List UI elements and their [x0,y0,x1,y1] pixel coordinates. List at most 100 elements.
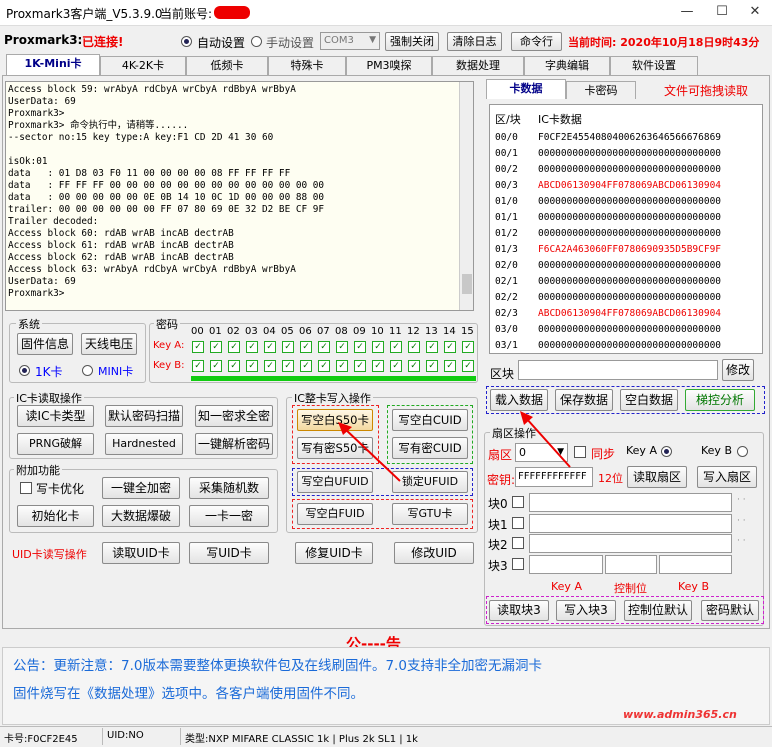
block-checkbox[interactable] [512,557,524,570]
write-gtu-button[interactable]: 写GTU卡 [392,503,468,525]
key-a-checkbox[interactable]: ✓ [426,341,438,353]
table-row[interactable]: 02/1 00000000000000000000000000000000 [490,274,758,290]
table-row[interactable]: 00/0 F0CF2E45540804006263646566676869 [490,130,758,146]
key-b-checkbox[interactable]: ✓ [228,360,240,372]
block-checkbox[interactable] [512,537,524,549]
read-block3-button[interactable]: 读取块3 [489,600,549,621]
table-row[interactable]: 01/3 F6CA2A463060FF0780690935D5B9CF9F [490,242,758,258]
tab-4k-2k[interactable]: 4K-2K卡 [100,56,186,75]
table-row[interactable]: 00/1 00000000000000000000000000000000 [490,146,758,162]
table-row[interactable]: 03/1 00000000000000000000000000000000 [490,338,758,353]
key-b-checkbox[interactable]: ✓ [408,360,420,372]
scrollbar-thumb[interactable] [462,274,472,294]
key-b-checkbox[interactable]: ✓ [192,360,204,372]
card-data-table[interactable]: 区/块 IC卡数据 00/0 F0CF2E45540804006263646566… [489,104,763,354]
key-a-checkbox[interactable]: ✓ [444,341,456,353]
tab-sniff[interactable]: PM3嗅探 [346,56,432,75]
write-blank-fuid-button[interactable]: 写空白FUID [297,503,373,525]
key-b-checkbox[interactable]: ✓ [336,360,348,372]
key-a-checkbox[interactable]: ✓ [354,341,366,353]
write-sector-button[interactable]: 写入扇区 [697,466,757,488]
key-a-checkbox[interactable]: ✓ [228,341,240,353]
clear-log-button[interactable]: 清除日志 [447,32,502,51]
block-checkbox[interactable] [512,496,524,508]
key-a-checkbox[interactable]: ✓ [408,341,420,353]
write-block3-button[interactable]: 写入块3 [556,600,616,621]
manual-setting-radio[interactable] [251,36,262,47]
console-log[interactable]: Access block 59: wrAbyA rdCbyA wrCbyA rd… [5,81,474,311]
console-scrollbar[interactable] [459,82,473,310]
key-b-checkbox[interactable]: ✓ [390,360,402,372]
init-card-button[interactable]: 初始化卡 [17,505,94,527]
block-data-input[interactable] [529,513,732,533]
modify-block-button[interactable]: 修改 [722,359,754,381]
write-optimize-checkbox[interactable] [20,482,32,494]
force-close-button[interactable]: 强制关闭 [385,32,439,51]
key-b-checkbox[interactable]: ✓ [354,360,366,372]
tab-card-key[interactable]: 卡密码 [566,81,636,99]
one-click-parse-button[interactable]: 一键解析密码 [195,433,273,455]
key-a-checkbox[interactable]: ✓ [462,341,474,353]
tab-lf[interactable]: 低频卡 [186,56,268,75]
table-row[interactable]: 01/2 00000000000000000000000000000000 [490,226,758,242]
key-b-checkbox[interactable]: ✓ [426,360,438,372]
block-data-input[interactable] [529,493,732,512]
key-b-radio[interactable] [737,446,748,457]
key-b-checkbox[interactable]: ✓ [300,360,312,372]
table-row[interactable]: 03/0 00000000000000000000000000000000 [490,322,758,338]
key-a-radio[interactable] [661,446,672,457]
block-input[interactable] [518,360,718,380]
com-port-select[interactable]: COM3 ▼ [320,32,380,50]
auto-setting-radio[interactable] [181,36,192,47]
table-row[interactable]: 02/2 00000000000000000000000000000000 [490,290,758,306]
repair-uid-button[interactable]: 修复UID卡 [295,542,373,564]
close-icon[interactable]: ✕ [740,4,770,19]
key-a-checkbox[interactable]: ✓ [372,341,384,353]
tab-card-data[interactable]: 卡数据 [486,79,566,99]
hardnested-button[interactable]: Hardnested [105,433,183,455]
tab-dictionary[interactable]: 字典编辑 [524,56,610,75]
antenna-voltage-button[interactable]: 天线电压 [81,333,137,355]
key-default-button[interactable]: 密码默认 [701,600,759,621]
key-a-checkbox[interactable]: ✓ [282,341,294,353]
tab-1k-mini[interactable]: 1K-Mini卡 [6,54,100,75]
key-a-checkbox[interactable]: ✓ [246,341,258,353]
write-uid-button[interactable]: 写UID卡 [189,542,269,564]
table-row[interactable]: 00/3 ABCD06130904FF078069ABCD06130904 [490,178,758,194]
big-data-crack-button[interactable]: 大数据爆破 [102,505,180,527]
known-key-crack-button[interactable]: 知一密求全密 [195,405,273,427]
key-b-checkbox[interactable]: ✓ [462,360,474,372]
key-a-checkbox[interactable]: ✓ [390,341,402,353]
key-b-checkbox[interactable]: ✓ [372,360,384,372]
block3-ctrl-input[interactable] [605,554,657,574]
key-b-checkbox[interactable]: ✓ [282,360,294,372]
mini-card-radio[interactable] [82,365,93,376]
maximize-icon[interactable]: ☐ [707,4,737,19]
read-ic-type-button[interactable]: 读IC卡类型 [17,405,94,427]
modify-uid-button[interactable]: 修改UID [394,542,474,564]
block3-keyb-input[interactable] [659,554,732,574]
default-key-scan-button[interactable]: 默认密码扫描 [105,405,183,427]
block-data-input[interactable] [529,534,732,553]
key-b-checkbox[interactable]: ✓ [210,360,222,372]
command-line-button[interactable]: 命令行 [511,32,562,51]
table-row[interactable]: 01/0 00000000000000000000000000000000 [490,194,758,210]
key-a-checkbox[interactable]: ✓ [300,341,312,353]
read-uid-button[interactable]: 读取UID卡 [102,542,180,564]
encrypt-all-button[interactable]: 一键全加密 [102,477,180,499]
key-a-checkbox[interactable]: ✓ [264,341,276,353]
table-row[interactable]: 01/1 00000000000000000000000000000000 [490,210,758,226]
key-b-checkbox[interactable]: ✓ [264,360,276,372]
tab-special[interactable]: 特殊卡 [268,56,346,75]
table-row[interactable]: 02/3 ABCD06130904FF078069ABCD06130904 [490,306,758,322]
table-row[interactable]: 00/2 00000000000000000000000000000000 [490,162,758,178]
key-a-checkbox[interactable]: ✓ [336,341,348,353]
blank-data-button[interactable]: 空白数据 [620,389,678,411]
tab-data-processing[interactable]: 数据处理 [432,56,524,75]
key-a-checkbox[interactable]: ✓ [192,341,204,353]
key-a-checkbox[interactable]: ✓ [210,341,222,353]
key-b-checkbox[interactable]: ✓ [444,360,456,372]
block3-keya-input[interactable] [529,554,603,574]
key-b-checkbox[interactable]: ✓ [246,360,258,372]
read-sector-button[interactable]: 读取扇区 [627,466,687,488]
